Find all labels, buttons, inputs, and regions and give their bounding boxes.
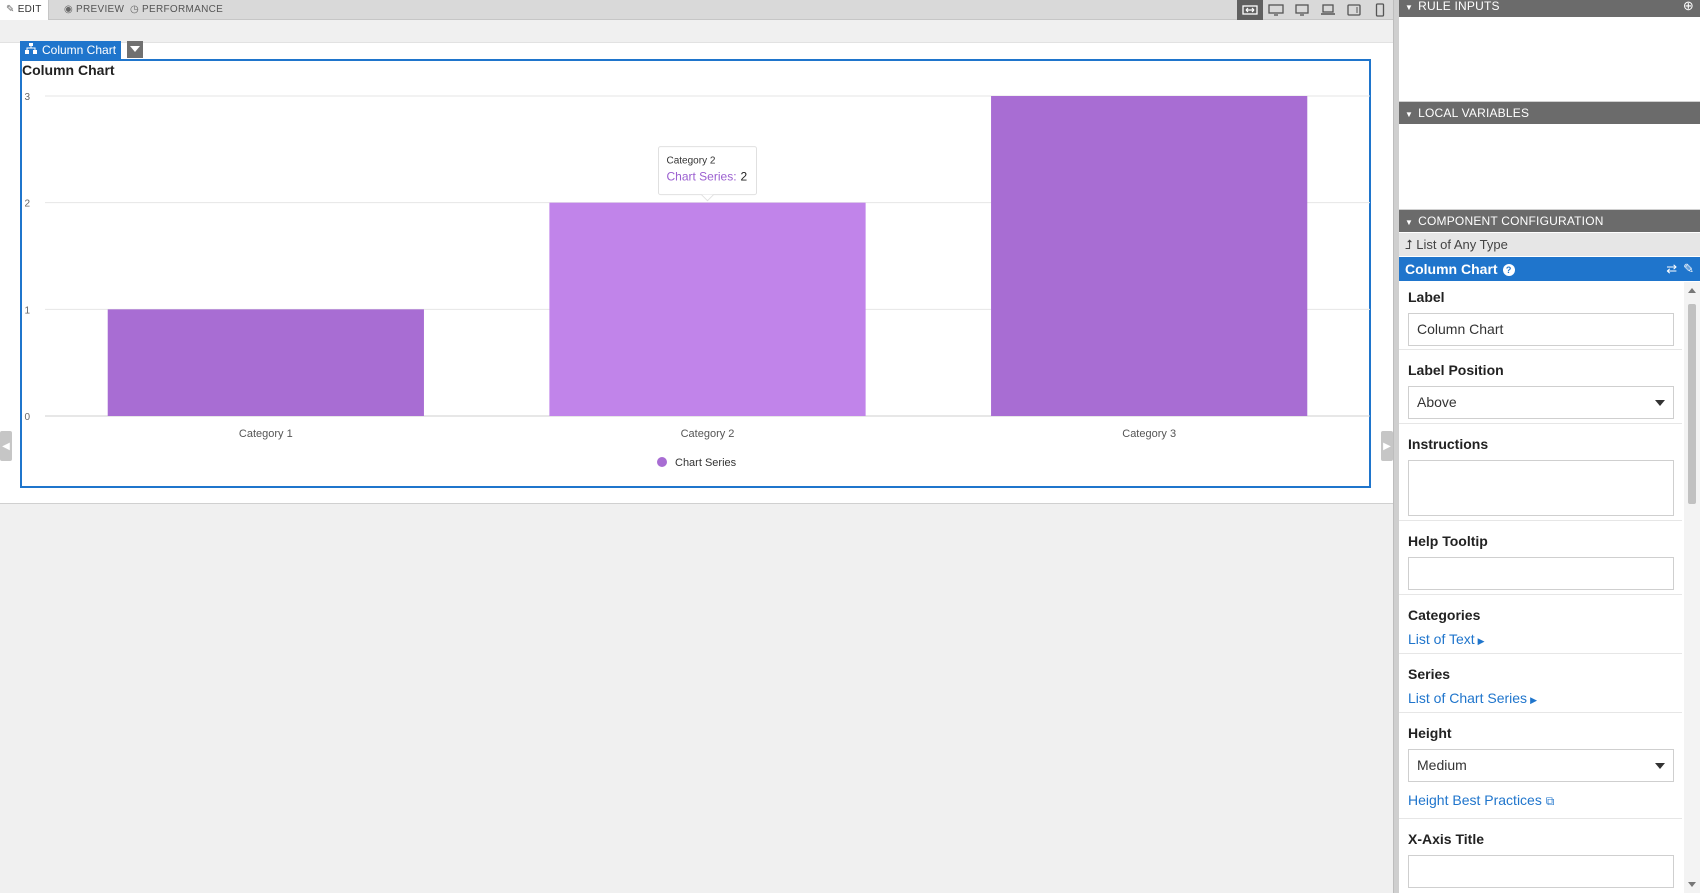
- add-rule-input-icon[interactable]: ⊕: [1683, 0, 1694, 17]
- prop-help-tooltip: Help Tooltip: [1399, 521, 1682, 595]
- y-tick-label: 2: [24, 199, 30, 210]
- categories-link-label: List of Text: [1408, 631, 1475, 647]
- prop-series: Series List of Chart Series ▶: [1399, 654, 1682, 713]
- y-tick-label: 0: [24, 412, 30, 423]
- edit-icon[interactable]: ✎: [1683, 257, 1694, 281]
- swap-icon[interactable]: ⇄: [1666, 257, 1677, 281]
- x-tick-label: Category 1: [239, 428, 293, 440]
- label-position-value: Above: [1417, 394, 1457, 410]
- breadcrumb[interactable]: ⮥ List of Any Type: [1399, 233, 1700, 256]
- y-tick-label: 1: [24, 305, 30, 316]
- height-select[interactable]: Medium: [1408, 749, 1674, 782]
- height-value: Medium: [1417, 757, 1467, 773]
- caret-right-icon: ▶: [1477, 636, 1485, 646]
- chart-bar: [991, 96, 1308, 416]
- prop-categories-title: Categories: [1408, 607, 1481, 623]
- external-link-icon: ⧉: [1545, 794, 1555, 808]
- collapse-triangle-icon: ▼: [1405, 218, 1414, 227]
- prop-series-title: Series: [1408, 666, 1451, 682]
- prop-instructions-title: Instructions: [1408, 436, 1489, 452]
- prop-label-title: Label: [1408, 289, 1445, 305]
- property-scrollbar[interactable]: [1684, 282, 1700, 893]
- prop-x-axis-title: X-Axis Title: [1399, 819, 1682, 893]
- component-configuration-header[interactable]: ▼ COMPONENT CONFIGURATION: [1399, 210, 1700, 232]
- prop-label-position: Label Position Above: [1399, 350, 1682, 424]
- property-list: Label Column Chart Label Position Above …: [1399, 282, 1682, 893]
- caret-down-icon: [1655, 400, 1665, 406]
- instructions-textarea[interactable]: [1408, 460, 1674, 516]
- configuration-panel: ▼ RULE INPUTS ⊕ ▼ LOCAL VARIABLES ▼ COMPONE…: [1399, 0, 1700, 893]
- rule-inputs-header[interactable]: ▼ RULE INPUTS ⊕: [1399, 0, 1700, 17]
- tooltip-category: Category 2: [667, 156, 716, 167]
- rule-inputs-body: [1399, 17, 1700, 102]
- column-chart: 0 1 2 3 Category 1 Category 2 Category 3 Chart …: [24, 92, 1370, 469]
- prop-help-tooltip-title: Help Tooltip: [1408, 533, 1488, 549]
- series-link-label: List of Chart Series: [1408, 690, 1528, 706]
- interface-designer: ✎ EDIT ◉ PREVIEW ◷ PERFORMANCE Column Ch…: [0, 0, 1700, 893]
- x-axis-title-input[interactable]: [1408, 855, 1674, 888]
- chart-bar: [549, 202, 866, 416]
- breadcrumb-label: List of Any Type: [1416, 237, 1508, 252]
- component-configuration-title: COMPONENT CONFIGURATION: [1418, 214, 1604, 228]
- rule-inputs-title: RULE INPUTS: [1418, 0, 1500, 13]
- caret-down-icon: [1655, 763, 1665, 769]
- component-config-title-bar: Column Chart? ⇄ ✎: [1399, 257, 1700, 281]
- x-tick-label: Category 3: [1122, 428, 1176, 440]
- tooltip-series: Chart Series:: [667, 170, 737, 184]
- legend-marker: [657, 457, 667, 467]
- local-variables-body: [1399, 124, 1700, 210]
- label-input[interactable]: Column Chart: [1408, 313, 1674, 346]
- scroll-thumb[interactable]: [1688, 304, 1696, 504]
- scroll-down-icon[interactable]: [1688, 882, 1696, 887]
- tooltip-pointer: [701, 194, 714, 202]
- chart-bar: [107, 309, 424, 416]
- right-collapse-handle[interactable]: ▶: [1381, 431, 1393, 461]
- prop-x-axis-title-title: X-Axis Title: [1408, 831, 1484, 847]
- legend-label: Chart Series: [675, 457, 737, 469]
- x-tick-label: Category 2: [681, 428, 735, 440]
- left-collapse-handle[interactable]: ◀: [0, 431, 12, 461]
- local-variables-header[interactable]: ▼ LOCAL VARIABLES: [1399, 102, 1700, 124]
- tooltip-value: 2: [741, 170, 748, 184]
- height-best-practices-link[interactable]: Height Best Practices ⧉: [1408, 792, 1554, 809]
- prop-height: Height Medium Height Best Practices ⧉: [1399, 713, 1682, 819]
- arrow-up-icon: ⮥: [1405, 237, 1413, 252]
- prop-height-title: Height: [1408, 725, 1452, 741]
- help-icon[interactable]: ?: [1502, 264, 1515, 276]
- y-tick-label: 3: [24, 92, 30, 103]
- designer-area: ✎ EDIT ◉ PREVIEW ◷ PERFORMANCE Column Ch…: [0, 0, 1393, 893]
- prop-label: Label Column Chart: [1399, 282, 1682, 350]
- collapse-triangle-icon: ▼: [1405, 110, 1414, 119]
- categories-link[interactable]: List of Text ▶: [1408, 631, 1485, 647]
- component-config-title: Column Chart: [1405, 261, 1498, 277]
- prop-instructions: Instructions: [1399, 424, 1682, 521]
- collapse-triangle-icon: ▼: [1405, 3, 1414, 12]
- scroll-up-icon[interactable]: [1688, 288, 1696, 293]
- label-position-select[interactable]: Above: [1408, 386, 1674, 419]
- height-best-practices-label: Height Best Practices: [1408, 792, 1542, 808]
- local-variables-title: LOCAL VARIABLES: [1418, 106, 1530, 120]
- caret-right-icon: ▶: [1530, 695, 1537, 705]
- prop-categories: Categories List of Text ▶: [1399, 595, 1682, 654]
- help-tooltip-input[interactable]: [1408, 557, 1674, 590]
- prop-label-position-title: Label Position: [1408, 362, 1504, 378]
- series-link[interactable]: List of Chart Series ▶: [1408, 690, 1537, 706]
